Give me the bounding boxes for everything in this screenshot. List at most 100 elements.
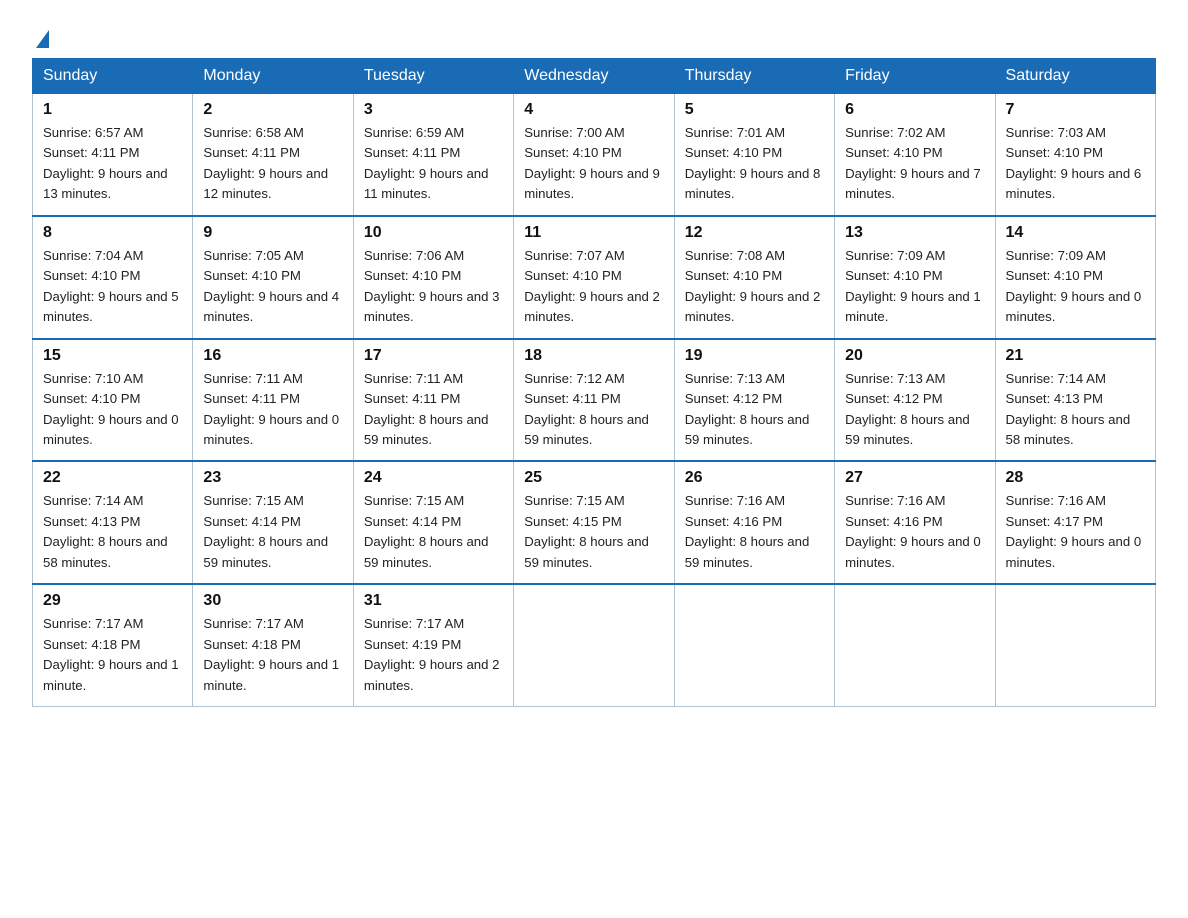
day-info: Sunrise: 6:57 AMSunset: 4:11 PMDaylight:… bbox=[43, 125, 168, 201]
calendar-day-cell: 18 Sunrise: 7:12 AMSunset: 4:11 PMDaylig… bbox=[514, 339, 674, 462]
weekday-header-monday: Monday bbox=[193, 59, 353, 94]
weekday-header-friday: Friday bbox=[835, 59, 995, 94]
day-info: Sunrise: 6:58 AMSunset: 4:11 PMDaylight:… bbox=[203, 125, 328, 201]
calendar-day-cell: 19 Sunrise: 7:13 AMSunset: 4:12 PMDaylig… bbox=[674, 339, 834, 462]
calendar-day-cell: 27 Sunrise: 7:16 AMSunset: 4:16 PMDaylig… bbox=[835, 461, 995, 584]
calendar-week-row: 22 Sunrise: 7:14 AMSunset: 4:13 PMDaylig… bbox=[33, 461, 1156, 584]
day-number: 7 bbox=[1006, 101, 1145, 119]
calendar-table: SundayMondayTuesdayWednesdayThursdayFrid… bbox=[32, 58, 1156, 707]
day-number: 6 bbox=[845, 101, 984, 119]
calendar-day-cell: 28 Sunrise: 7:16 AMSunset: 4:17 PMDaylig… bbox=[995, 461, 1155, 584]
calendar-empty-cell bbox=[995, 584, 1155, 706]
day-number: 5 bbox=[685, 101, 824, 119]
day-info: Sunrise: 7:04 AMSunset: 4:10 PMDaylight:… bbox=[43, 248, 179, 324]
calendar-day-cell: 11 Sunrise: 7:07 AMSunset: 4:10 PMDaylig… bbox=[514, 216, 674, 339]
day-info: Sunrise: 7:01 AMSunset: 4:10 PMDaylight:… bbox=[685, 125, 821, 201]
header bbox=[32, 24, 1156, 46]
day-number: 27 bbox=[845, 469, 984, 487]
page: SundayMondayTuesdayWednesdayThursdayFrid… bbox=[0, 0, 1188, 731]
day-info: Sunrise: 7:15 AMSunset: 4:14 PMDaylight:… bbox=[364, 493, 489, 569]
day-info: Sunrise: 7:03 AMSunset: 4:10 PMDaylight:… bbox=[1006, 125, 1142, 201]
calendar-day-cell: 2 Sunrise: 6:58 AMSunset: 4:11 PMDayligh… bbox=[193, 94, 353, 216]
day-number: 17 bbox=[364, 347, 503, 365]
day-info: Sunrise: 7:08 AMSunset: 4:10 PMDaylight:… bbox=[685, 248, 821, 324]
weekday-header-row: SundayMondayTuesdayWednesdayThursdayFrid… bbox=[33, 59, 1156, 94]
day-info: Sunrise: 7:17 AMSunset: 4:18 PMDaylight:… bbox=[203, 616, 339, 692]
day-number: 23 bbox=[203, 469, 342, 487]
calendar-day-cell: 31 Sunrise: 7:17 AMSunset: 4:19 PMDaylig… bbox=[353, 584, 513, 706]
logo-arrow-icon bbox=[36, 30, 49, 48]
calendar-day-cell: 16 Sunrise: 7:11 AMSunset: 4:11 PMDaylig… bbox=[193, 339, 353, 462]
day-info: Sunrise: 7:13 AMSunset: 4:12 PMDaylight:… bbox=[845, 371, 970, 447]
calendar-day-cell: 14 Sunrise: 7:09 AMSunset: 4:10 PMDaylig… bbox=[995, 216, 1155, 339]
day-info: Sunrise: 7:13 AMSunset: 4:12 PMDaylight:… bbox=[685, 371, 810, 447]
day-number: 4 bbox=[524, 101, 663, 119]
day-info: Sunrise: 7:16 AMSunset: 4:16 PMDaylight:… bbox=[845, 493, 981, 569]
calendar-empty-cell bbox=[835, 584, 995, 706]
calendar-day-cell: 13 Sunrise: 7:09 AMSunset: 4:10 PMDaylig… bbox=[835, 216, 995, 339]
calendar-day-cell: 5 Sunrise: 7:01 AMSunset: 4:10 PMDayligh… bbox=[674, 94, 834, 216]
day-info: Sunrise: 7:17 AMSunset: 4:19 PMDaylight:… bbox=[364, 616, 500, 692]
calendar-day-cell: 20 Sunrise: 7:13 AMSunset: 4:12 PMDaylig… bbox=[835, 339, 995, 462]
calendar-day-cell: 15 Sunrise: 7:10 AMSunset: 4:10 PMDaylig… bbox=[33, 339, 193, 462]
day-info: Sunrise: 7:12 AMSunset: 4:11 PMDaylight:… bbox=[524, 371, 649, 447]
day-number: 24 bbox=[364, 469, 503, 487]
calendar-day-cell: 7 Sunrise: 7:03 AMSunset: 4:10 PMDayligh… bbox=[995, 94, 1155, 216]
calendar-empty-cell bbox=[674, 584, 834, 706]
day-number: 28 bbox=[1006, 469, 1145, 487]
day-number: 25 bbox=[524, 469, 663, 487]
calendar-day-cell: 8 Sunrise: 7:04 AMSunset: 4:10 PMDayligh… bbox=[33, 216, 193, 339]
day-info: Sunrise: 7:15 AMSunset: 4:15 PMDaylight:… bbox=[524, 493, 649, 569]
day-number: 14 bbox=[1006, 224, 1145, 242]
day-info: Sunrise: 7:06 AMSunset: 4:10 PMDaylight:… bbox=[364, 248, 500, 324]
calendar-week-row: 15 Sunrise: 7:10 AMSunset: 4:10 PMDaylig… bbox=[33, 339, 1156, 462]
day-info: Sunrise: 7:16 AMSunset: 4:17 PMDaylight:… bbox=[1006, 493, 1142, 569]
calendar-day-cell: 21 Sunrise: 7:14 AMSunset: 4:13 PMDaylig… bbox=[995, 339, 1155, 462]
day-number: 10 bbox=[364, 224, 503, 242]
day-info: Sunrise: 7:11 AMSunset: 4:11 PMDaylight:… bbox=[203, 371, 339, 447]
calendar-empty-cell bbox=[514, 584, 674, 706]
calendar-day-cell: 17 Sunrise: 7:11 AMSunset: 4:11 PMDaylig… bbox=[353, 339, 513, 462]
day-number: 2 bbox=[203, 101, 342, 119]
calendar-day-cell: 30 Sunrise: 7:17 AMSunset: 4:18 PMDaylig… bbox=[193, 584, 353, 706]
calendar-week-row: 29 Sunrise: 7:17 AMSunset: 4:18 PMDaylig… bbox=[33, 584, 1156, 706]
calendar-day-cell: 6 Sunrise: 7:02 AMSunset: 4:10 PMDayligh… bbox=[835, 94, 995, 216]
day-info: Sunrise: 7:16 AMSunset: 4:16 PMDaylight:… bbox=[685, 493, 810, 569]
day-info: Sunrise: 7:02 AMSunset: 4:10 PMDaylight:… bbox=[845, 125, 981, 201]
day-number: 12 bbox=[685, 224, 824, 242]
day-info: Sunrise: 7:15 AMSunset: 4:14 PMDaylight:… bbox=[203, 493, 328, 569]
calendar-day-cell: 24 Sunrise: 7:15 AMSunset: 4:14 PMDaylig… bbox=[353, 461, 513, 584]
calendar-day-cell: 25 Sunrise: 7:15 AMSunset: 4:15 PMDaylig… bbox=[514, 461, 674, 584]
day-info: Sunrise: 7:09 AMSunset: 4:10 PMDaylight:… bbox=[845, 248, 981, 324]
day-number: 20 bbox=[845, 347, 984, 365]
calendar-day-cell: 9 Sunrise: 7:05 AMSunset: 4:10 PMDayligh… bbox=[193, 216, 353, 339]
day-number: 18 bbox=[524, 347, 663, 365]
day-number: 9 bbox=[203, 224, 342, 242]
day-number: 1 bbox=[43, 101, 182, 119]
day-number: 29 bbox=[43, 592, 182, 610]
calendar-week-row: 8 Sunrise: 7:04 AMSunset: 4:10 PMDayligh… bbox=[33, 216, 1156, 339]
weekday-header-saturday: Saturday bbox=[995, 59, 1155, 94]
day-number: 16 bbox=[203, 347, 342, 365]
day-number: 19 bbox=[685, 347, 824, 365]
day-info: Sunrise: 7:14 AMSunset: 4:13 PMDaylight:… bbox=[1006, 371, 1131, 447]
weekday-header-sunday: Sunday bbox=[33, 59, 193, 94]
day-number: 3 bbox=[364, 101, 503, 119]
day-info: Sunrise: 7:07 AMSunset: 4:10 PMDaylight:… bbox=[524, 248, 660, 324]
day-number: 31 bbox=[364, 592, 503, 610]
day-info: Sunrise: 7:05 AMSunset: 4:10 PMDaylight:… bbox=[203, 248, 339, 324]
calendar-day-cell: 3 Sunrise: 6:59 AMSunset: 4:11 PMDayligh… bbox=[353, 94, 513, 216]
day-number: 30 bbox=[203, 592, 342, 610]
weekday-header-thursday: Thursday bbox=[674, 59, 834, 94]
calendar-day-cell: 12 Sunrise: 7:08 AMSunset: 4:10 PMDaylig… bbox=[674, 216, 834, 339]
day-info: Sunrise: 7:00 AMSunset: 4:10 PMDaylight:… bbox=[524, 125, 660, 201]
weekday-header-tuesday: Tuesday bbox=[353, 59, 513, 94]
calendar-day-cell: 26 Sunrise: 7:16 AMSunset: 4:16 PMDaylig… bbox=[674, 461, 834, 584]
day-number: 22 bbox=[43, 469, 182, 487]
day-info: Sunrise: 7:09 AMSunset: 4:10 PMDaylight:… bbox=[1006, 248, 1142, 324]
day-info: Sunrise: 6:59 AMSunset: 4:11 PMDaylight:… bbox=[364, 125, 489, 201]
day-number: 8 bbox=[43, 224, 182, 242]
calendar-week-row: 1 Sunrise: 6:57 AMSunset: 4:11 PMDayligh… bbox=[33, 94, 1156, 216]
day-info: Sunrise: 7:11 AMSunset: 4:11 PMDaylight:… bbox=[364, 371, 489, 447]
day-info: Sunrise: 7:14 AMSunset: 4:13 PMDaylight:… bbox=[43, 493, 168, 569]
